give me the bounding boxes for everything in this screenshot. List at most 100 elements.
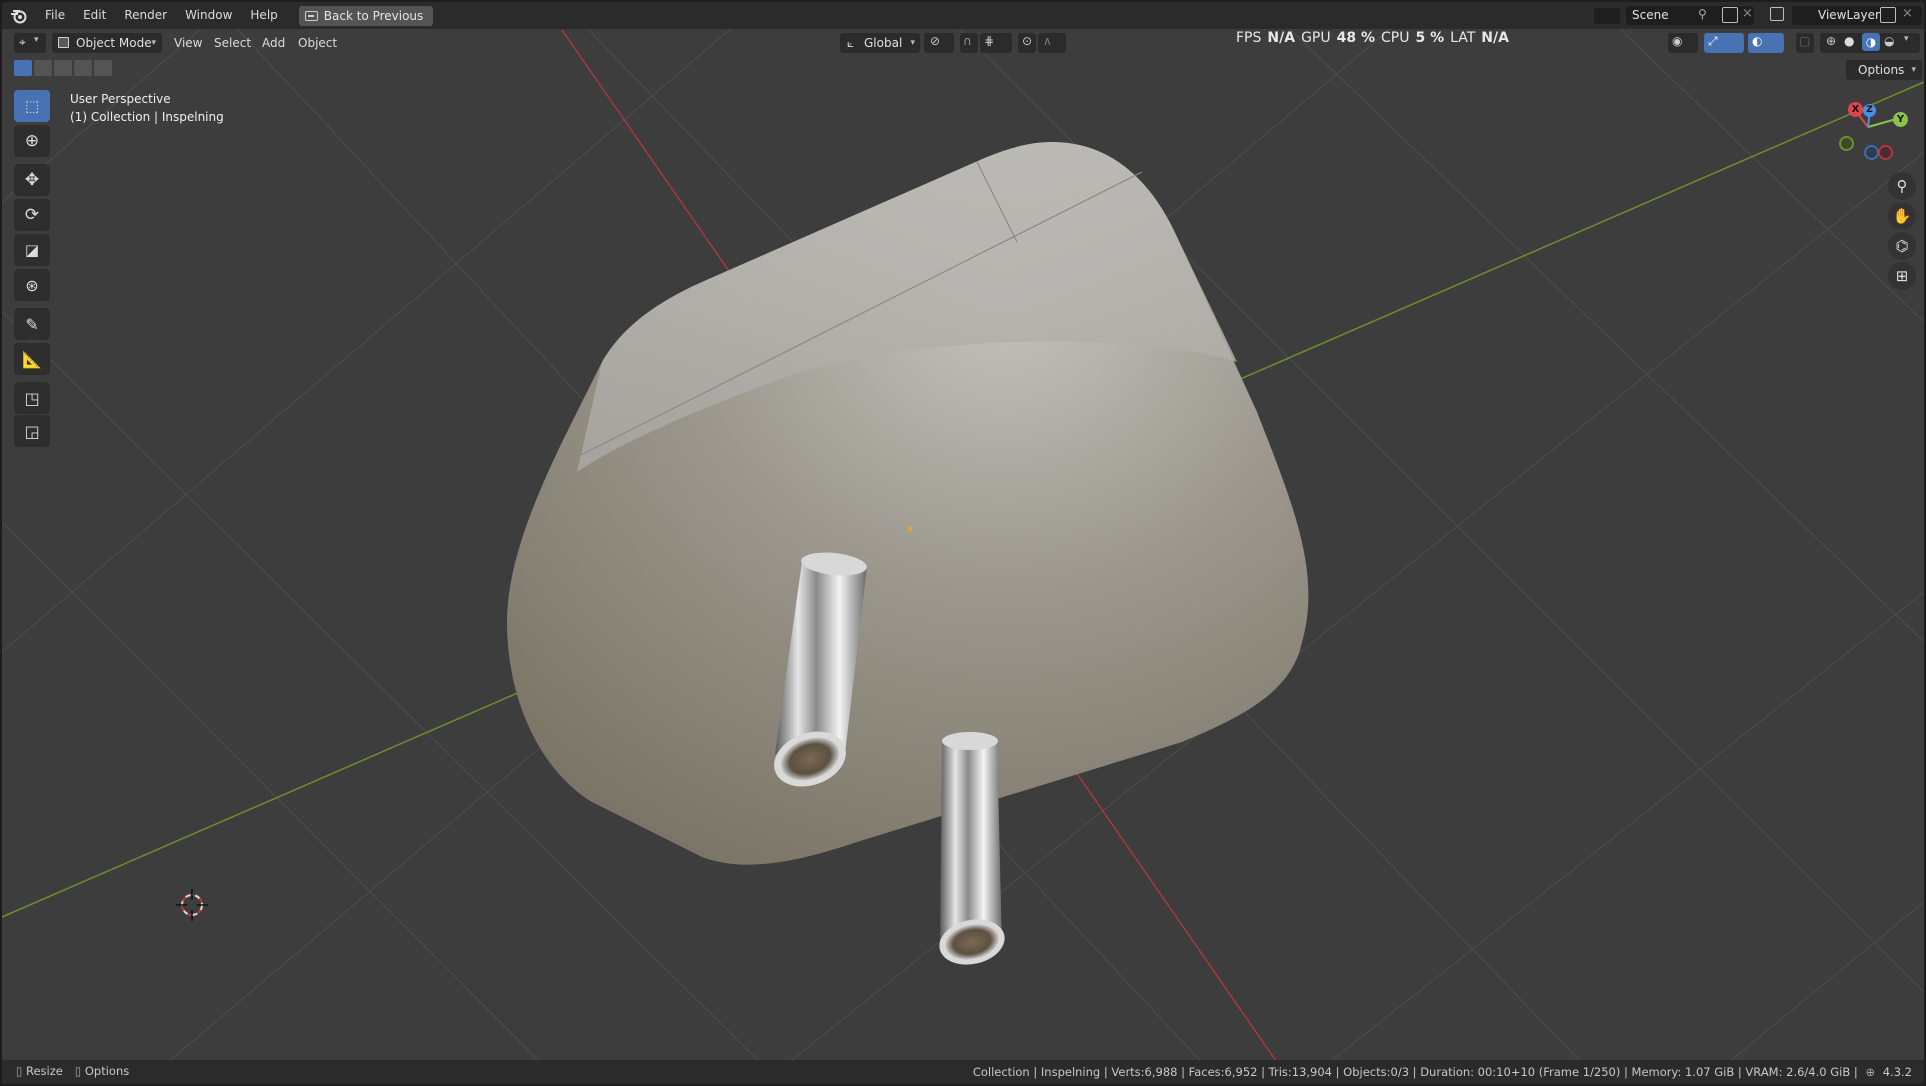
orientation-label: Global	[864, 36, 903, 50]
options-hint-label: Options	[84, 1064, 130, 1078]
fps-value: N/A	[1267, 30, 1296, 46]
wireframe-shading-icon[interactable]: ⊕	[1826, 34, 1836, 48]
eye-icon: ◉	[1672, 34, 1683, 48]
add-cube-tool[interactable]: ◳	[14, 382, 50, 414]
back-to-previous-label: Back to Previous	[323, 8, 424, 23]
measure-tool[interactable]: 📐	[14, 343, 50, 375]
select-extend-icon[interactable]	[34, 60, 52, 76]
zoom-view-button[interactable]: ⚲	[1888, 172, 1916, 200]
proportional-edit-icon: ⊙	[1022, 34, 1033, 48]
camera-view-button[interactable]: ⌬	[1888, 232, 1916, 260]
add-object-tool[interactable]: ◲	[14, 415, 50, 447]
proportional-edit-toggle[interactable]: ⊙	[1018, 33, 1036, 53]
resize-hint-label: Resize	[26, 1064, 63, 1078]
cursor-icon: ⊕	[24, 131, 40, 151]
add-object-icon: ◲	[24, 421, 40, 441]
menu-render[interactable]: Render	[115, 2, 176, 29]
header-menu-view[interactable]: View	[174, 33, 202, 53]
cursor-tool[interactable]: ⊕	[14, 125, 50, 157]
cpu-label: CPU	[1381, 30, 1410, 46]
new-viewlayer-icon[interactable]	[1880, 7, 1896, 23]
editor-type-dropdown[interactable]: ⌖ ▾	[14, 33, 46, 53]
gizmo-neg-y-axis[interactable]	[1839, 136, 1854, 151]
visibility-dropdown[interactable]: ◉	[1668, 33, 1698, 53]
rotate-icon: ⟳	[24, 205, 40, 225]
overlay-toggle[interactable]: ◐	[1748, 33, 1784, 53]
options-dropdown[interactable]: Options ▾	[1846, 60, 1922, 80]
rendered-shading-icon[interactable]: ◒	[1884, 34, 1894, 48]
menu-window[interactable]: Window	[176, 2, 241, 29]
object-mode-icon	[58, 37, 69, 48]
solid-shading-icon[interactable]: ●	[1844, 34, 1854, 48]
globe-icon: ⊕	[1865, 1065, 1876, 1079]
fps-label: FPS	[1236, 30, 1262, 46]
blender-window: File Edit Render Window Help Back to Pre…	[2, 2, 1924, 1084]
scene-selector-icon[interactable]	[1594, 8, 1620, 24]
falloff-dropdown[interactable]: ∧	[1038, 33, 1066, 53]
mouse-icon: ▯	[16, 1064, 23, 1078]
ortho-toggle-button[interactable]: ⊞	[1888, 262, 1916, 290]
gizmo-toggle[interactable]: ⤢	[1704, 33, 1744, 53]
pivot-point-dropdown[interactable]: ⊘	[924, 33, 954, 53]
object-mode-label: Object Mode	[76, 36, 152, 50]
xray-icon: ▢	[1799, 34, 1811, 48]
adapter-model	[507, 142, 1309, 965]
add-cube-icon: ◳	[24, 388, 40, 408]
chevron-down-icon: ▾	[34, 35, 39, 45]
material-shading-icon[interactable]: ◑	[1862, 33, 1880, 51]
selection-mode-buttons	[14, 60, 112, 76]
viewport-info-overlay: User Perspective (1) Collection | Inspel…	[70, 90, 224, 126]
object-mode-dropdown[interactable]: Object Mode ▾	[52, 33, 162, 53]
snap-toggle[interactable]: ∩	[960, 33, 978, 53]
menu-edit[interactable]: Edit	[74, 2, 115, 29]
move-tool[interactable]: ✥	[14, 164, 50, 196]
header-menu-object[interactable]: Object	[298, 33, 337, 53]
orientation-icon: ⟀	[847, 36, 855, 50]
chevron-down-icon: ▾	[151, 38, 156, 48]
scale-tool[interactable]: ◪	[14, 234, 50, 266]
pin-icon[interactable]: ⚲	[1698, 7, 1707, 21]
xray-toggle[interactable]: ▢	[1796, 33, 1814, 53]
gizmo-y-axis[interactable]: Y	[1893, 112, 1908, 127]
select-subtract-icon[interactable]	[54, 60, 72, 76]
menu-file[interactable]: File	[36, 2, 74, 29]
viewport-3d[interactable]	[2, 2, 1924, 1084]
pivot-icon: ⊘	[930, 34, 941, 48]
collection-label: (1) Collection | Inspelning	[70, 110, 224, 124]
falloff-curve-icon: ∧	[1043, 34, 1052, 48]
chevron-down-icon[interactable]: ▾	[1904, 34, 1909, 44]
select-new-icon[interactable]	[14, 60, 32, 76]
chevron-down-icon: ▾	[1911, 65, 1916, 75]
gizmo-neg-x-axis[interactable]	[1878, 145, 1893, 160]
blender-logo-icon[interactable]	[2, 2, 36, 29]
shading-modes[interactable]: ⊕ ● ◑ ◒ ▾	[1820, 33, 1920, 53]
menu-help[interactable]: Help	[241, 2, 286, 29]
lat-value: N/A	[1481, 30, 1509, 46]
mouse-hint-resize: ▯ Resize	[16, 1064, 63, 1078]
close-scene-icon[interactable]: ×	[1742, 6, 1753, 21]
select-intersect-icon[interactable]	[94, 60, 112, 76]
annotate-tool[interactable]: ✎	[14, 308, 50, 340]
select-invert-icon[interactable]	[74, 60, 92, 76]
gizmo-x-axis[interactable]: X	[1848, 102, 1863, 117]
back-to-previous-button[interactable]: Back to Previous	[298, 5, 434, 26]
rotate-tool[interactable]: ⟳	[14, 199, 50, 231]
header-menu-select[interactable]: Select	[214, 33, 251, 53]
close-viewlayer-icon[interactable]: ×	[1902, 6, 1913, 21]
mouse-icon: ▯	[74, 1064, 82, 1078]
transform-orientation-dropdown[interactable]: ⟀ Global ▾	[840, 33, 920, 53]
hand-icon: ✋	[1892, 207, 1912, 225]
pan-view-button[interactable]: ✋	[1888, 202, 1916, 230]
select-box-tool[interactable]: ⬚	[14, 90, 50, 122]
viewlayer-icon	[1770, 7, 1784, 21]
statistics-text: Collection | Inspelning | Verts:6,988 | …	[972, 1065, 1858, 1079]
gizmo-z-axis[interactable]: Z	[1863, 104, 1876, 117]
transform-tool[interactable]: ⊛	[14, 269, 50, 301]
viewport-editor-icon: ⌖	[19, 35, 26, 49]
object-origin	[907, 526, 913, 532]
header-menu-add[interactable]: Add	[262, 33, 285, 53]
snap-target-dropdown[interactable]: ⋕	[980, 33, 1012, 53]
annotate-icon: ✎	[25, 314, 39, 334]
gizmo-neg-z-axis[interactable]	[1864, 145, 1879, 160]
new-scene-icon[interactable]	[1722, 7, 1738, 23]
